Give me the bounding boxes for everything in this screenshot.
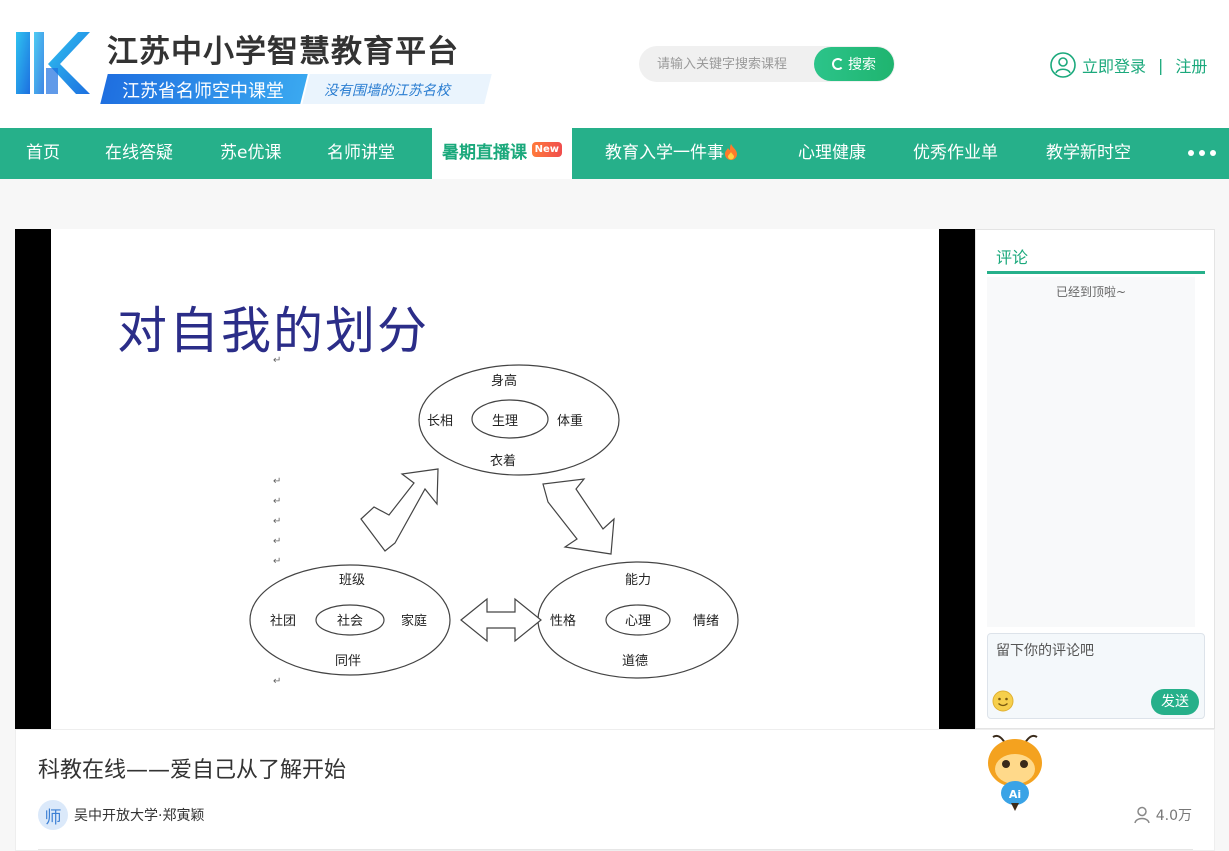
teacher-avatar-icon: 师 xyxy=(38,800,68,830)
nav-item-enrollment-label: 教育入学一件事 xyxy=(605,143,724,163)
author-info[interactable]: 师 吴中开放大学·郑寅颖 xyxy=(38,800,204,830)
user-icon xyxy=(1050,52,1076,78)
diagram-label: 情绪 xyxy=(693,614,719,629)
person-icon xyxy=(1133,806,1150,824)
site-tagline: 江苏省名师空中课堂 没有围墙的江苏名校 xyxy=(100,74,492,104)
fire-icon xyxy=(725,144,737,160)
nav-item-teaching-space[interactable]: 教学新时空 xyxy=(1046,128,1131,179)
diagram-label: 同伴 xyxy=(335,654,361,669)
login-link[interactable]: 立即登录 xyxy=(1082,53,1146,77)
video-player[interactable]: 对自我的划分 身高 长相 体重 衣着 生理 班级 社团 家庭 同伴 社会 能力 … xyxy=(15,229,975,729)
diagram-label: 社团 xyxy=(270,613,296,629)
divider xyxy=(38,849,1193,850)
paragraph-mark: ↵ xyxy=(273,476,281,487)
link-divider: | xyxy=(1158,55,1164,75)
self-division-diagram: 身高 长相 体重 衣着 生理 班级 社团 家庭 同伴 社会 能力 性格 情绪 道… xyxy=(249,355,739,687)
comments-panel: 评论 已经到顶啦~ 发送 xyxy=(975,229,1215,729)
search-icon xyxy=(832,58,844,70)
site-header: 江苏中小学智慧教育平台 江苏省名师空中课堂 没有围墙的江苏名校 搜索 立即登录 … xyxy=(0,0,1229,128)
tagline-alt: 没有围墙的江苏名校 xyxy=(324,83,450,99)
nav-item-home[interactable]: 首页 xyxy=(26,128,60,179)
comment-composer: 发送 xyxy=(987,633,1205,719)
main-nav: 首页 在线答疑 苏e优课 名师讲堂 暑期直播课 New 教育入学一件事 心理健康… xyxy=(0,128,1229,179)
search-button[interactable]: 搜索 xyxy=(814,47,894,81)
nav-item-homework[interactable]: 优秀作业单 xyxy=(913,128,998,179)
mascot-icon[interactable]: Ai xyxy=(985,733,1045,811)
author-name: 吴中开放大学·郑寅颖 xyxy=(74,808,205,824)
tagline-main: 江苏省名师空中课堂 xyxy=(122,81,284,102)
platform-logo[interactable] xyxy=(14,30,90,96)
nav-item-master-lecture[interactable]: 名师讲堂 xyxy=(327,128,395,179)
diagram-center-label: 生理 xyxy=(492,414,518,429)
paragraph-mark: ↵ xyxy=(273,556,281,567)
view-count-value: 4.0万 xyxy=(1155,808,1192,824)
paragraph-mark: ↵ xyxy=(273,355,281,366)
paragraph-mark: ↵ xyxy=(273,496,281,507)
tab-comments[interactable]: 评论 xyxy=(987,240,1205,274)
diagram-center-label: 心理 xyxy=(625,614,651,629)
svg-text:Ai: Ai xyxy=(1009,788,1021,801)
comments-list[interactable]: 已经到顶啦~ xyxy=(987,277,1195,627)
video-frame: 对自我的划分 身高 长相 体重 衣着 生理 班级 社团 家庭 同伴 社会 能力 … xyxy=(51,229,939,729)
video-title: 科教在线——爱自己从了解开始 xyxy=(38,758,347,783)
diagram-label: 能力 xyxy=(625,573,651,588)
paragraph-mark: ↵ xyxy=(273,676,281,687)
nav-item-enrollment[interactable]: 教育入学一件事 xyxy=(605,128,738,179)
search-bar: 搜索 xyxy=(639,46,895,82)
search-input[interactable] xyxy=(657,54,817,74)
emoji-icon[interactable] xyxy=(992,690,1014,712)
diagram-center-label: 社会 xyxy=(337,613,363,629)
diagram-label: 体重 xyxy=(557,413,583,429)
nav-item-summer-live[interactable]: 暑期直播课 New xyxy=(432,128,572,179)
nav-item-su-e-course[interactable]: 苏e优课 xyxy=(220,128,281,179)
send-button[interactable]: 发送 xyxy=(1151,689,1199,715)
more-icon[interactable] xyxy=(1188,150,1216,156)
paragraph-mark: ↵ xyxy=(273,536,281,547)
nav-item-summer-live-label: 暑期直播课 xyxy=(442,143,527,163)
site-title: 江苏中小学智慧教育平台 xyxy=(107,34,459,70)
view-count: 4.0万 xyxy=(1132,804,1192,826)
nav-item-mental-health[interactable]: 心理健康 xyxy=(798,128,866,179)
diagram-label: 性格 xyxy=(550,613,576,629)
diagram-label: 家庭 xyxy=(401,613,427,629)
diagram-label: 身高 xyxy=(491,373,517,389)
diagram-label: 道德 xyxy=(622,654,648,669)
register-link[interactable]: 注册 xyxy=(1175,53,1207,77)
new-badge: New xyxy=(531,142,562,157)
diagram-label: 班级 xyxy=(339,573,365,588)
diagram-label: 长相 xyxy=(427,414,453,429)
comments-end-text: 已经到顶啦~ xyxy=(1055,285,1127,299)
nav-item-online-qa[interactable]: 在线答疑 xyxy=(105,128,173,179)
paragraph-mark: ↵ xyxy=(273,516,281,527)
comment-input[interactable] xyxy=(996,640,1196,684)
search-button-label: 搜索 xyxy=(848,57,876,73)
account-links: 立即登录 | 注册 xyxy=(1050,51,1207,79)
diagram-label: 衣着 xyxy=(490,453,516,469)
tab-comments-label: 评论 xyxy=(996,248,1029,267)
